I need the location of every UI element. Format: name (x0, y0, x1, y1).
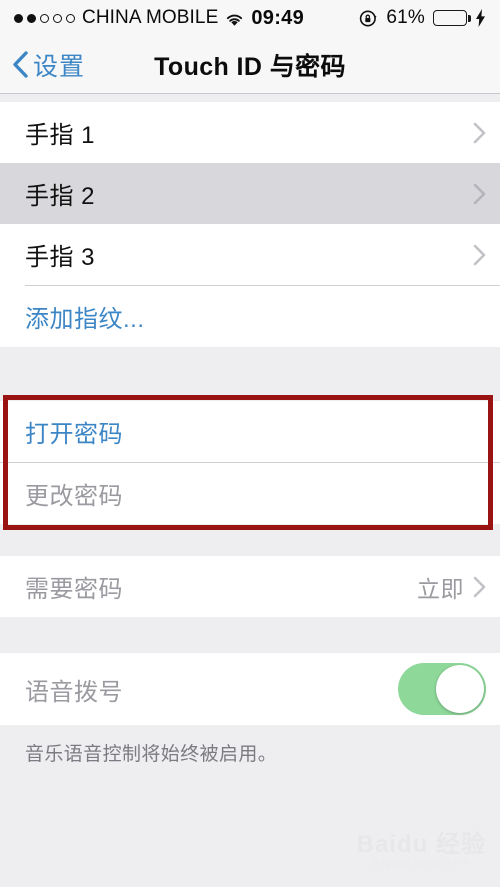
voice-dial-row: 语音拨号 (0, 653, 500, 725)
baidu-watermark: Baidu 经验 jingyan.baidu.com (357, 832, 486, 869)
require-passcode-row: 需要密码 立即 (0, 556, 500, 617)
turn-passcode-on-row[interactable]: 打开密码 (0, 401, 500, 462)
signal-dot-2 (27, 13, 36, 23)
voice-dial-toggle[interactable] (398, 663, 486, 715)
section-gap-top (0, 94, 500, 102)
fingerprint-row-3[interactable]: 手指 3 (0, 224, 500, 285)
signal-dot-3 (40, 13, 49, 23)
signal-dot-4 (53, 13, 62, 23)
chevron-right-icon (473, 244, 486, 266)
back-button-label: 设置 (33, 52, 86, 81)
carrier-label: CHINA MOBILE (82, 7, 219, 28)
chevron-right-icon (473, 122, 486, 144)
signal-strength-dots (14, 13, 75, 23)
battery-icon (433, 10, 471, 26)
status-bar: CHINA MOBILE 09:49 61% (0, 0, 500, 36)
fingerprint-row-2[interactable]: 手指 2 (0, 163, 500, 224)
toggle-knob (436, 665, 484, 713)
section-gap-voicedial (0, 617, 500, 653)
back-button[interactable]: 设置 (0, 47, 85, 83)
change-passcode-row: 更改密码 (0, 463, 500, 524)
status-bar-right: 61% (359, 7, 486, 29)
require-passcode-value: 立即 (417, 575, 464, 602)
fingerprints-group: 手指 1 手指 2 手指 3 添加指纹... (0, 102, 500, 347)
chevron-right-icon (473, 183, 486, 205)
voice-dial-label: 语音拨号 (25, 678, 123, 706)
change-passcode-label: 更改密码 (25, 483, 123, 510)
status-bar-left: CHINA MOBILE 09:49 (14, 7, 304, 30)
fingerprint-label: 手指 2 (25, 183, 96, 210)
turn-passcode-on-label: 打开密码 (25, 421, 123, 448)
voice-dial-footer: 音乐语音控制将始终被启用。 (25, 744, 278, 765)
phone-screen: CHINA MOBILE 09:49 61% 设置 Touch ID 与密码 手… (0, 0, 500, 887)
fingerprint-label: 手指 3 (25, 244, 96, 271)
watermark-url: jingyan.baidu.com (372, 856, 470, 869)
signal-dot-1 (14, 13, 23, 23)
section-gap-require (0, 524, 500, 556)
navigation-bar: 设置 Touch ID 与密码 (0, 36, 500, 94)
add-fingerprint-row[interactable]: 添加指纹... (0, 286, 500, 347)
chevron-right-icon (473, 576, 486, 598)
fingerprint-row-1[interactable]: 手指 1 (0, 102, 500, 163)
clock-label: 09:49 (251, 6, 304, 29)
signal-dot-5 (66, 13, 75, 23)
rotation-lock-icon (359, 9, 378, 28)
wifi-icon (225, 11, 244, 26)
fingerprint-label: 手指 1 (25, 122, 96, 149)
watermark-brand: Baidu 经验 (356, 831, 486, 859)
require-passcode-label: 需要密码 (25, 576, 123, 603)
add-fingerprint-label: 添加指纹... (25, 306, 145, 333)
section-gap-passcode (0, 347, 500, 401)
battery-percent-label: 61% (386, 7, 425, 28)
passcode-group: 打开密码 更改密码 (0, 395, 500, 530)
chevron-left-icon (12, 51, 28, 78)
require-passcode-group: 需要密码 立即 (0, 556, 500, 617)
voice-dial-group: 语音拨号 (0, 653, 500, 725)
charging-bolt-icon (475, 9, 486, 27)
